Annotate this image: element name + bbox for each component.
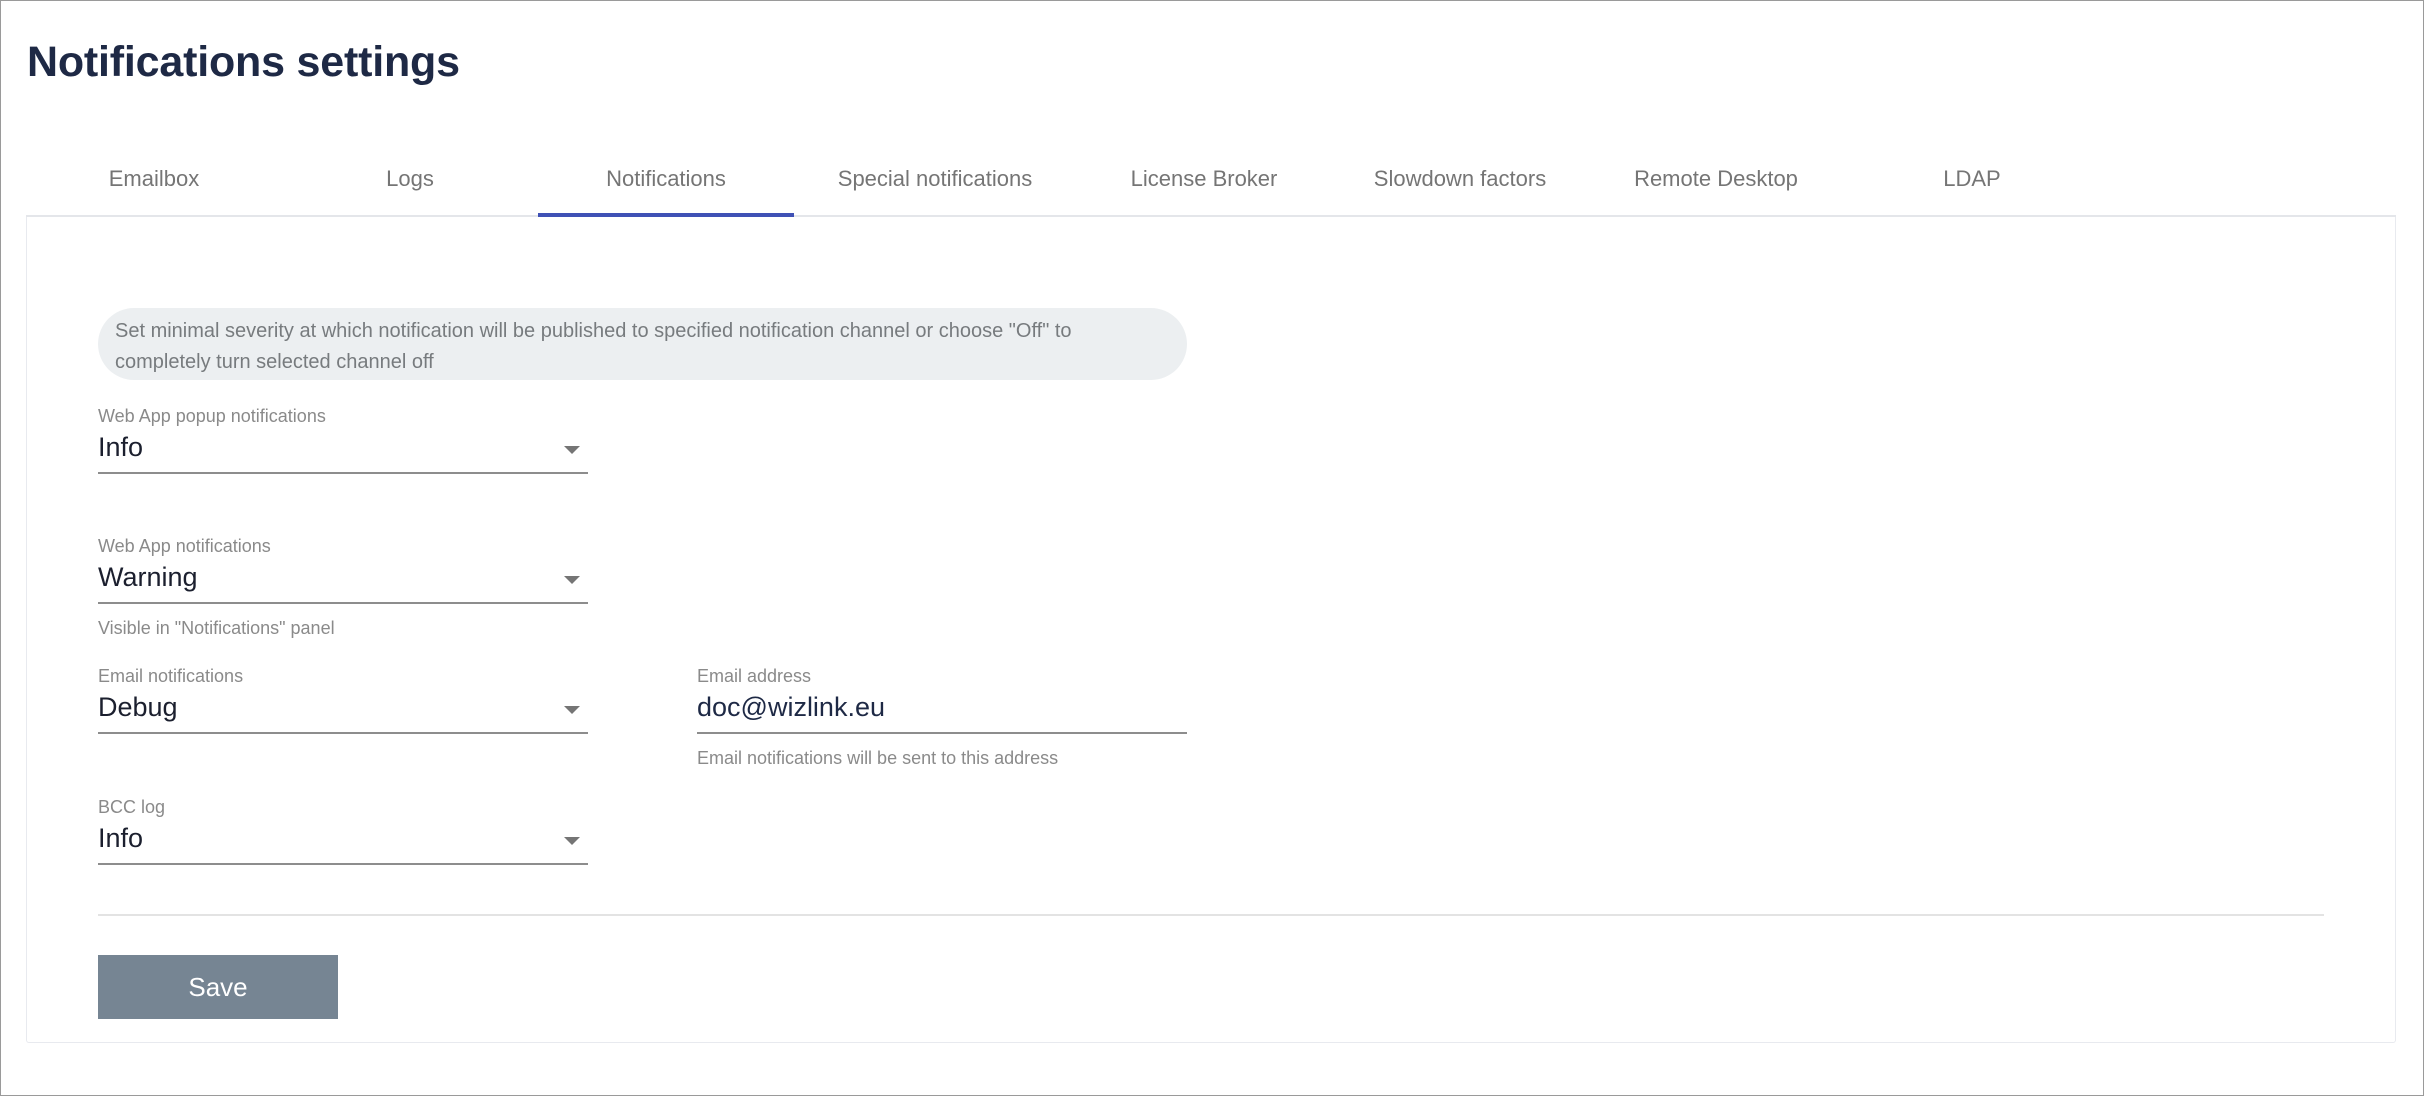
web-app-popup-notifications-value: Info (98, 432, 144, 462)
tab-slowdown-factors[interactable]: Slowdown factors (1332, 143, 1588, 215)
web-app-notifications-hint: Visible in "Notifications" panel (98, 618, 335, 638)
email-notifications-label: Email notifications (98, 666, 244, 686)
form-divider (98, 914, 2324, 916)
bcc-log-select[interactable]: Info (98, 821, 588, 865)
severity-info-text: Set minimal severity at which notificati… (115, 320, 1072, 373)
web-app-notifications-label: Web App notifications (98, 536, 271, 556)
bcc-log-label: BCC log (98, 797, 166, 817)
email-address-label: Email address (697, 666, 812, 686)
dropdown-arrow-icon (564, 706, 580, 714)
tab-notifications[interactable]: Notifications (538, 143, 794, 218)
web-app-popup-notifications-label: Web App popup notifications (98, 406, 326, 426)
web-app-notifications-select[interactable]: Warning (98, 560, 588, 604)
tab-logs[interactable]: Logs (282, 143, 538, 215)
dropdown-arrow-icon (564, 576, 580, 584)
tab-emailbox[interactable]: Emailbox (26, 143, 282, 215)
tab-license-broker[interactable]: License Broker (1076, 143, 1332, 215)
web-app-notifications-value: Warning (98, 562, 198, 592)
web-app-popup-notifications-select[interactable]: Info (98, 430, 588, 474)
email-notifications-value: Debug (98, 692, 178, 722)
tab-remote-desktop[interactable]: Remote Desktop (1588, 143, 1844, 215)
severity-info-banner: Set minimal severity at which notificati… (98, 308, 1187, 380)
save-button[interactable]: Save (98, 955, 338, 1019)
bcc-log-value: Info (98, 823, 144, 853)
tab-special-notifications[interactable]: Special notifications (794, 143, 1076, 215)
dropdown-arrow-icon (564, 837, 580, 845)
tab-ldap[interactable]: LDAP (1844, 143, 2100, 215)
email-address-value: doc@wizlink.eu (697, 692, 885, 722)
email-address-hint: Email notifications will be sent to this… (697, 748, 1059, 768)
email-notifications-select[interactable]: Debug (98, 690, 588, 734)
settings-tabs: Emailbox Logs Notifications Special noti… (26, 143, 2396, 218)
dropdown-arrow-icon (564, 446, 580, 454)
email-address-input[interactable]: doc@wizlink.eu (697, 690, 1187, 734)
page-title: Notifications settings (27, 38, 460, 86)
